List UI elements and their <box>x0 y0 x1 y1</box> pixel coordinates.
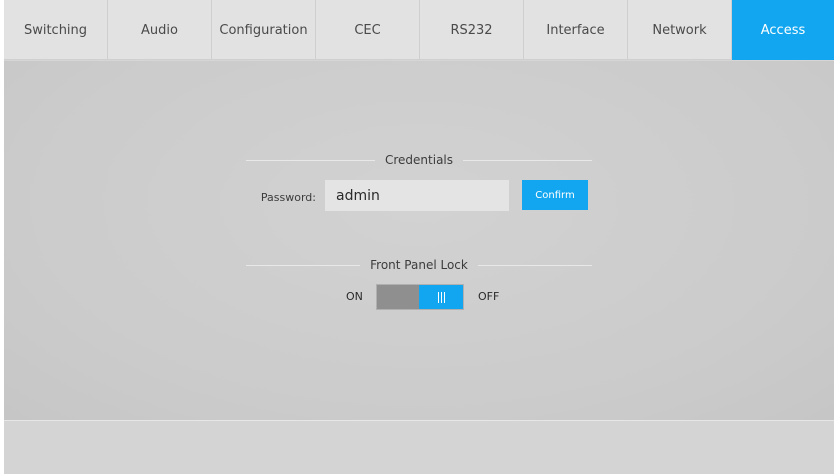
tab-bar: Switching Audio Configuration CEC RS232 … <box>4 0 834 60</box>
tab-network[interactable]: Network <box>628 0 732 60</box>
divider <box>463 159 593 161</box>
front-panel-lock-heading: Front Panel Lock <box>246 258 592 272</box>
tab-access[interactable]: Access <box>732 0 834 60</box>
password-input[interactable] <box>325 180 509 211</box>
tab-cec[interactable]: CEC <box>316 0 420 60</box>
footer-bar <box>4 420 834 474</box>
tab-configuration[interactable]: Configuration <box>212 0 316 60</box>
divider <box>246 264 361 266</box>
tab-audio[interactable]: Audio <box>108 0 212 60</box>
tab-switching[interactable]: Switching <box>4 0 108 60</box>
lock-off-label: OFF <box>478 290 500 303</box>
divider <box>477 264 592 266</box>
front-panel-lock-toggle[interactable] <box>376 284 464 310</box>
tab-rs232[interactable]: RS232 <box>420 0 524 60</box>
credentials-title: Credentials <box>385 153 454 167</box>
password-label: Password: <box>260 191 316 204</box>
front-panel-lock-title: Front Panel Lock <box>370 258 468 272</box>
tab-interface[interactable]: Interface <box>524 0 628 60</box>
toggle-knob[interactable] <box>419 285 463 309</box>
confirm-button[interactable]: Confirm <box>522 180 588 210</box>
lock-on-label: ON <box>346 290 363 303</box>
access-panel: Credentials Password: Confirm Front Pane… <box>4 61 834 420</box>
divider <box>246 159 375 161</box>
app-frame: Switching Audio Configuration CEC RS232 … <box>4 0 834 474</box>
grip-lines-icon <box>437 291 445 303</box>
credentials-heading: Credentials <box>246 153 593 167</box>
